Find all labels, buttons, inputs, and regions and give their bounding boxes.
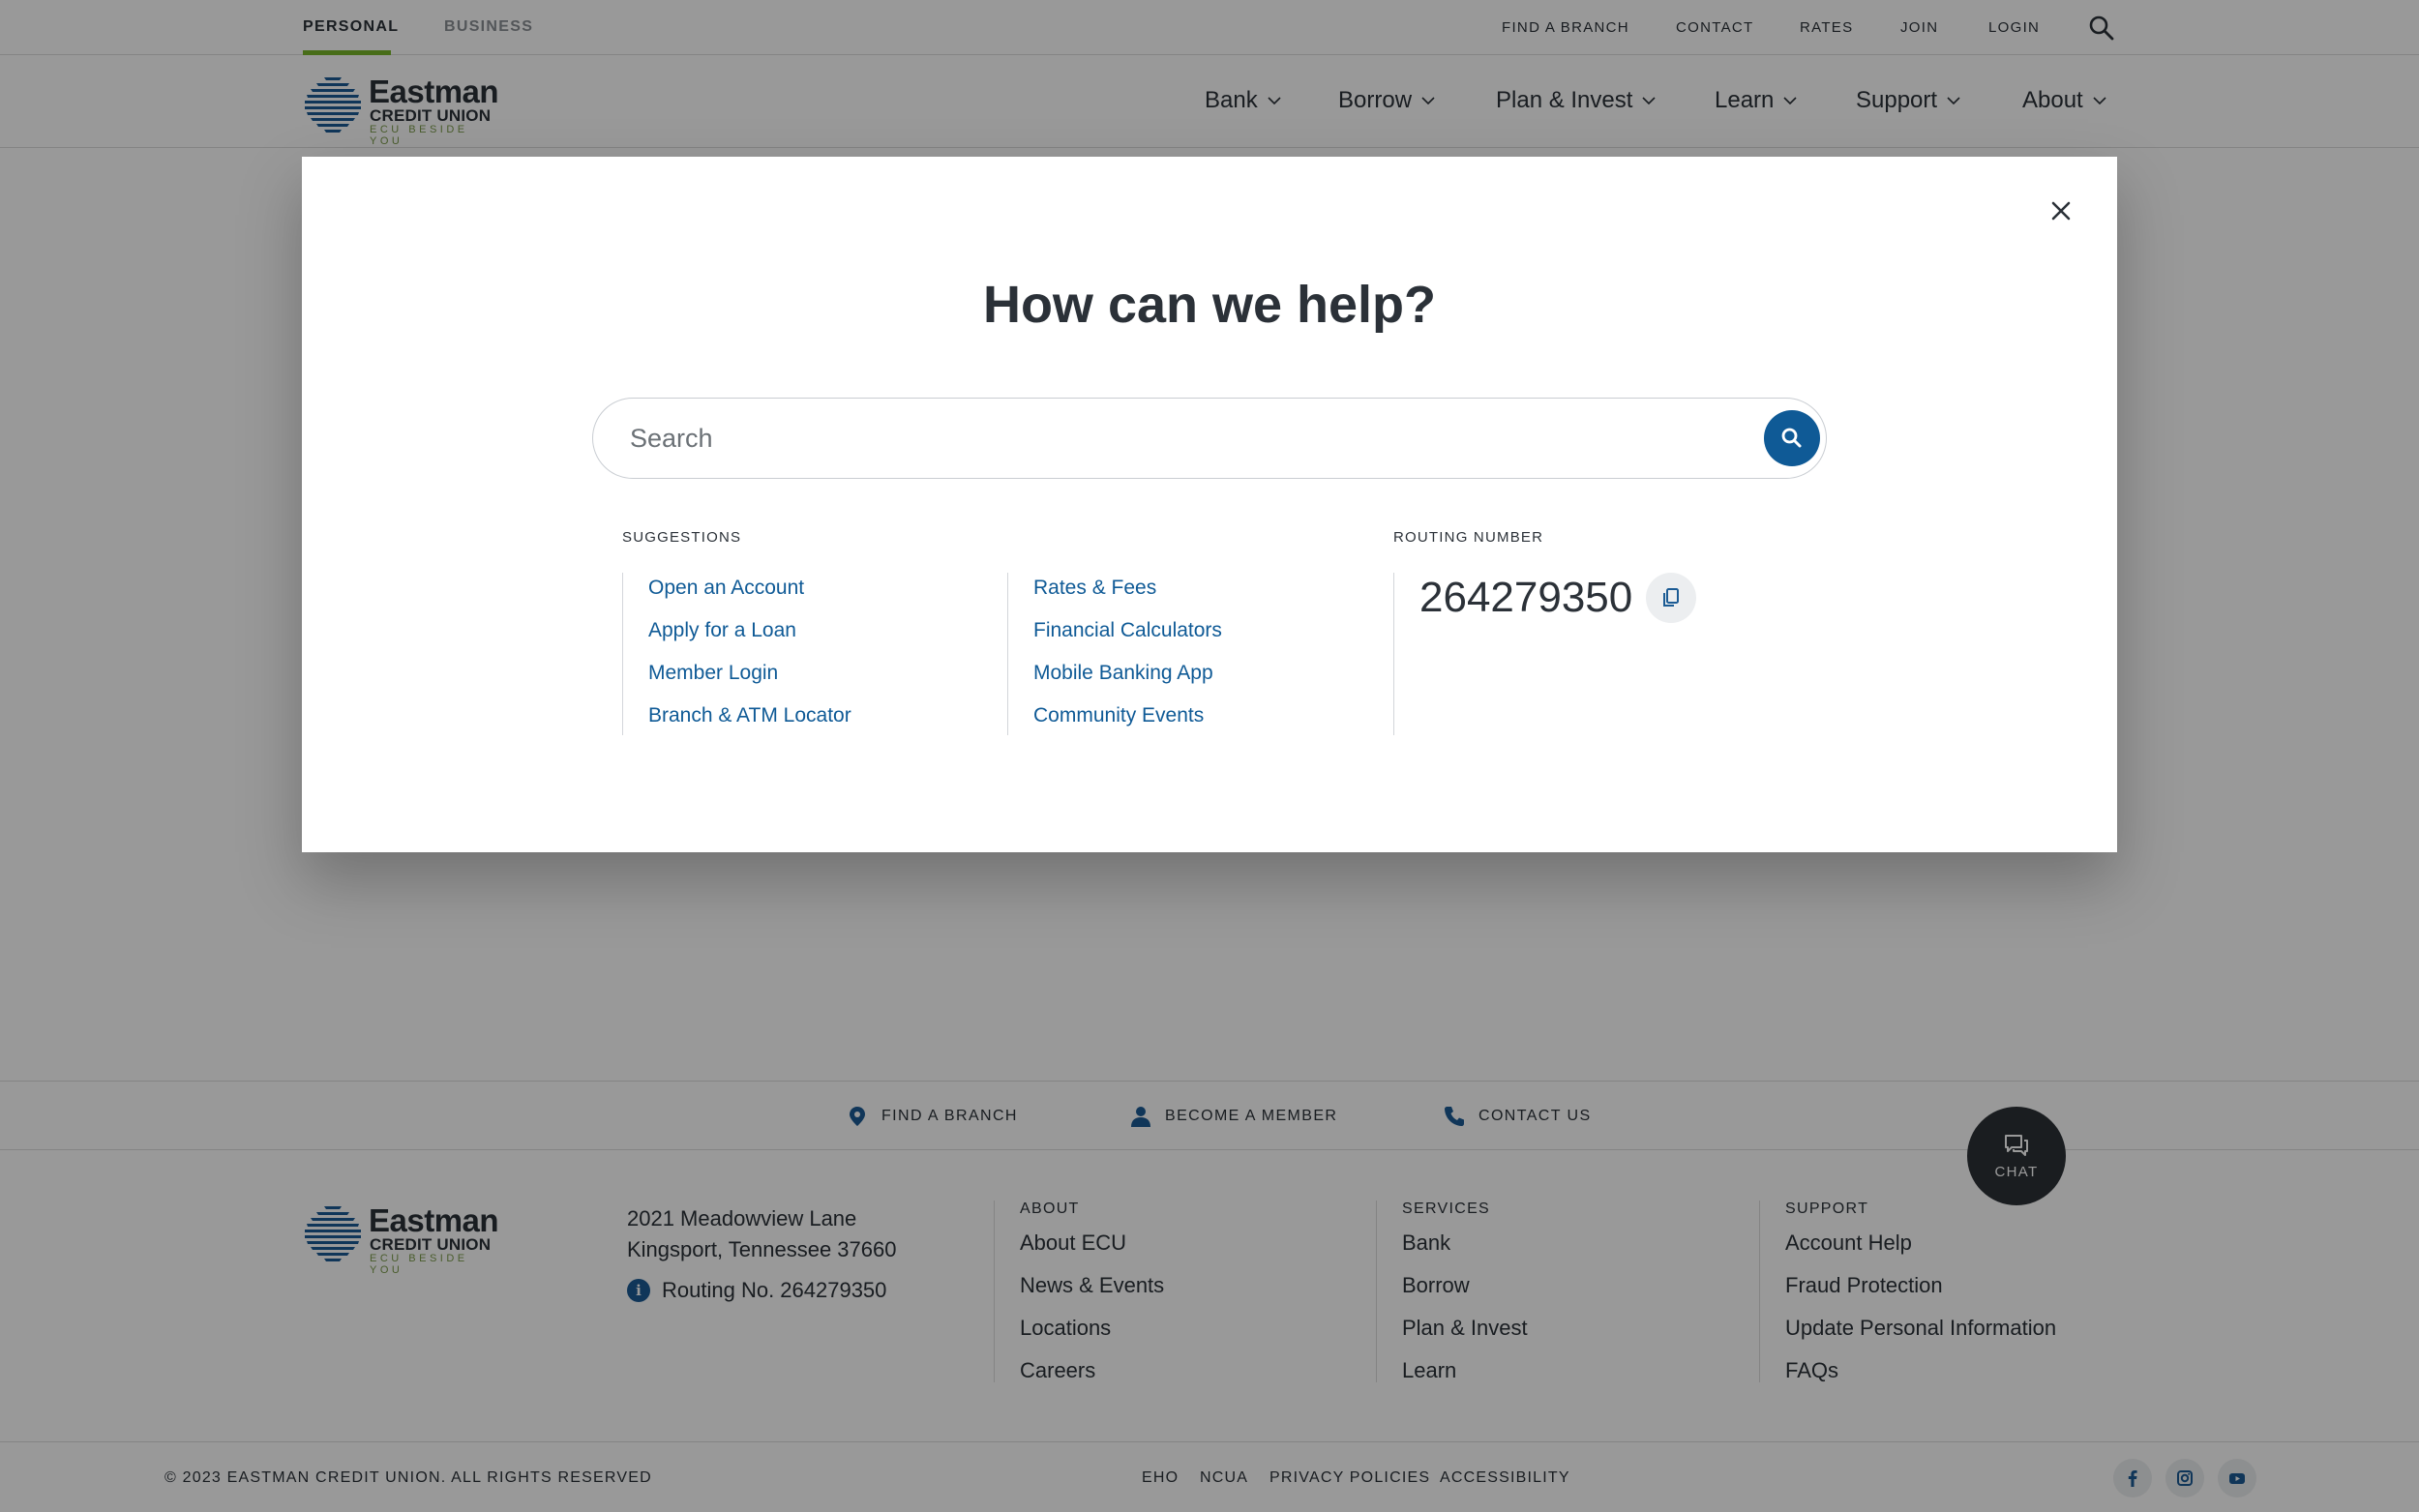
suggestion-community-events[interactable]: Community Events	[1033, 700, 1222, 743]
search-modal: How can we help? SUGGESTIONS Open an Acc…	[302, 157, 2117, 852]
search-bar	[592, 398, 1827, 479]
suggestion-open-account[interactable]: Open an Account	[648, 573, 851, 615]
suggestions-column-2: Rates & Fees Financial Calculators Mobil…	[1007, 573, 1222, 735]
search-icon	[1781, 428, 1802, 448]
search-input[interactable]	[630, 418, 1694, 459]
suggestions-column-1: Open an Account Apply for a Loan Member …	[622, 573, 851, 735]
suggestion-member-login[interactable]: Member Login	[648, 658, 851, 700]
copy-icon[interactable]	[1646, 573, 1697, 623]
suggestion-apply-loan[interactable]: Apply for a Loan	[648, 615, 851, 658]
routing-number-block: 264279350	[1393, 573, 1697, 735]
suggestion-financial-calculators[interactable]: Financial Calculators	[1033, 615, 1222, 658]
search-submit-button[interactable]	[1764, 410, 1820, 466]
suggestion-rates-fees[interactable]: Rates & Fees	[1033, 573, 1222, 615]
suggestion-branch-atm-locator[interactable]: Branch & ATM Locator	[648, 700, 851, 743]
suggestion-mobile-banking-app[interactable]: Mobile Banking App	[1033, 658, 1222, 700]
routing-number-heading: ROUTING NUMBER	[1393, 529, 1544, 546]
suggestions-heading: SUGGESTIONS	[622, 529, 742, 546]
close-icon[interactable]	[2046, 195, 2076, 226]
modal-title: How can we help?	[982, 276, 1437, 334]
routing-number-value: 264279350	[1419, 574, 1633, 621]
